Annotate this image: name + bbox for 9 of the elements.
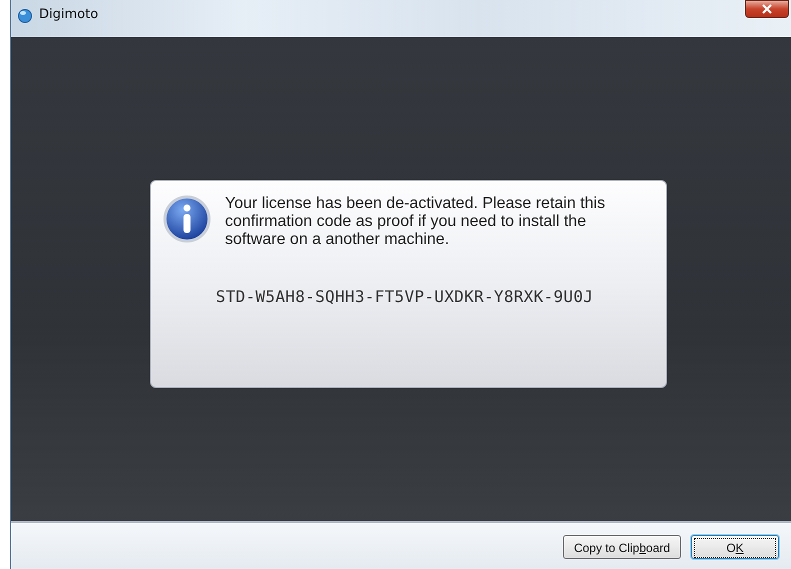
copy-to-clipboard-button[interactable]: Copy to Clipboard [563, 535, 681, 559]
info-icon [163, 195, 211, 243]
ok-button[interactable]: OK [691, 535, 779, 559]
confirmation-code: STD-W5AH8-SQHH3-FT5VP-UXDKR-Y8RXK-9U0J [214, 287, 594, 306]
close-button[interactable] [745, 0, 789, 18]
message-text: Your license has been de-activated. Please retain this confirmation code as proof if you need to install the software on a another machine. [225, 195, 606, 249]
window-title: Digimoto [39, 7, 98, 22]
close-icon [761, 4, 773, 14]
app-icon [17, 7, 33, 23]
